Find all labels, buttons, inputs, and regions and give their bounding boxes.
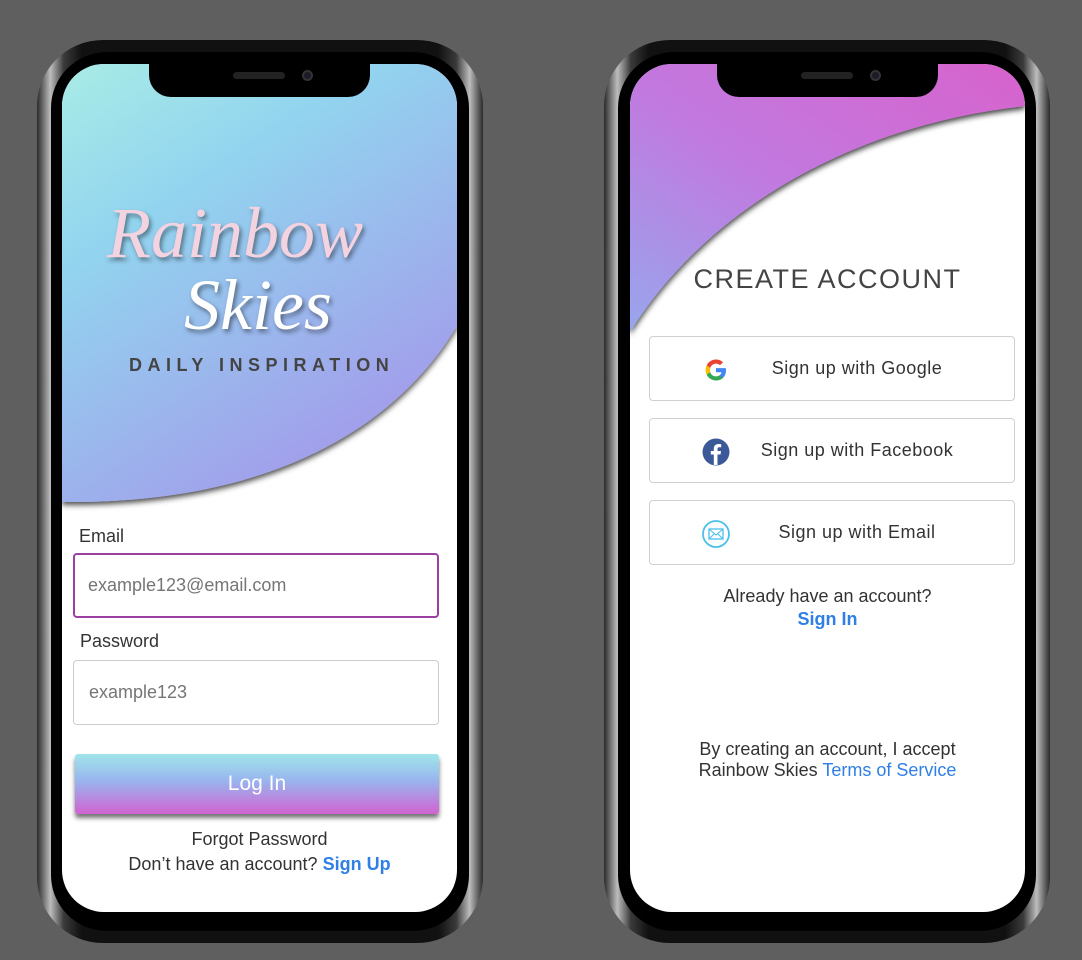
login-button[interactable]: Log In xyxy=(75,754,439,814)
email-signup-label: Sign up with Email xyxy=(778,522,936,542)
email-input[interactable] xyxy=(73,553,439,618)
signup-prompt-text: Don’t have an account? xyxy=(128,854,318,874)
facebook-signup-label: Sign up with Facebook xyxy=(760,440,954,460)
password-label: Password xyxy=(80,631,160,651)
signup-link[interactable]: Sign Up xyxy=(323,854,391,874)
phone-login: Rainbow Skies DAILY INSPIRATION Email Pa… xyxy=(37,40,483,943)
logo-rainbow: Rainbow xyxy=(107,193,364,273)
page-title: CREATE ACCOUNT xyxy=(693,264,962,294)
terms-prefix: Rainbow Skies xyxy=(698,760,818,780)
terms-of-service-link[interactable]: Terms of Service xyxy=(822,760,956,780)
tagline: DAILY INSPIRATION xyxy=(129,355,395,375)
email-signup-button[interactable]: Sign up with Email xyxy=(649,500,1015,565)
header-wave xyxy=(630,64,1025,332)
signup-screen: CREATE ACCOUNT Sign up with Google Sign … xyxy=(630,64,1025,912)
terms-line2: Rainbow Skies Terms of Service xyxy=(630,760,1025,781)
password-input[interactable] xyxy=(73,660,439,725)
facebook-signup-button[interactable]: Sign up with Facebook xyxy=(649,418,1015,483)
google-signup-label: Sign up with Google xyxy=(771,358,943,378)
signup-prompt: Don’t have an account? Sign Up xyxy=(62,854,457,875)
login-screen: Rainbow Skies DAILY INSPIRATION Email Pa… xyxy=(62,64,457,912)
logo-skies: Skies xyxy=(184,265,332,345)
email-label: Email xyxy=(79,526,125,546)
phone-signup: CREATE ACCOUNT Sign up with Google Sign … xyxy=(604,40,1050,943)
google-signup-button[interactable]: Sign up with Google xyxy=(649,336,1015,401)
signin-prompt: Already have an account? xyxy=(723,586,932,606)
forgot-password-link[interactable]: Forgot Password xyxy=(62,829,457,850)
signin-link[interactable]: Sign In xyxy=(630,609,1025,630)
terms-line1: By creating an account, I accept xyxy=(699,739,956,759)
